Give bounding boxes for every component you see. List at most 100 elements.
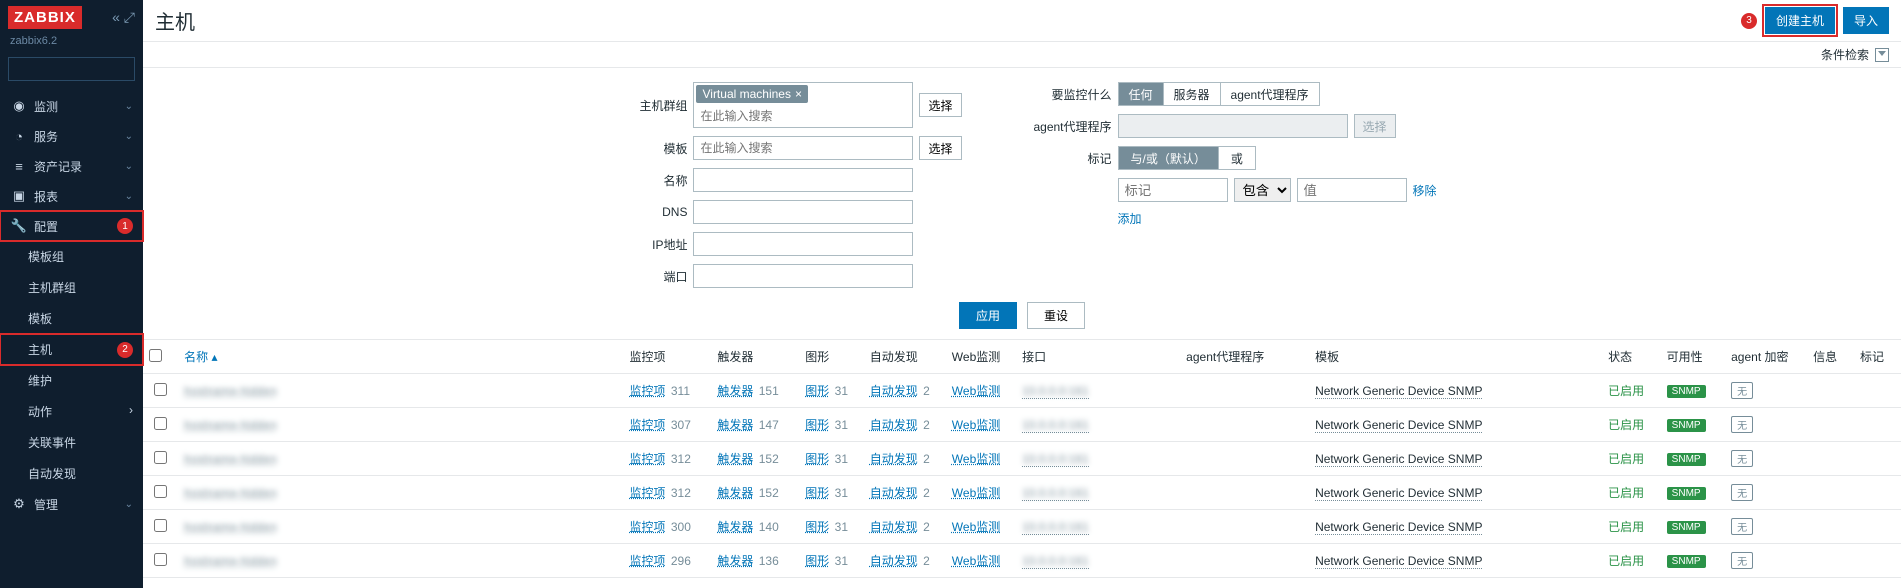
nav-sub-4[interactable]: 维护: [0, 365, 143, 396]
interface-cell[interactable]: 10.0.0.0:161: [1022, 554, 1089, 569]
reset-button[interactable]: 重设: [1027, 302, 1085, 329]
apply-button[interactable]: 应用: [959, 302, 1017, 329]
host-name-link[interactable]: hostname-hidden: [184, 384, 277, 398]
template-input[interactable]: [694, 137, 912, 159]
host-name-link[interactable]: hostname-hidden: [184, 486, 277, 500]
triggers-link[interactable]: 触发器: [717, 486, 753, 500]
hostgroup-multiselect[interactable]: Virtual machines ×: [693, 82, 913, 128]
row-checkbox[interactable]: [154, 451, 167, 464]
tag-value-input[interactable]: [1297, 178, 1407, 202]
discovery-link[interactable]: 自动发现: [870, 384, 918, 398]
graphs-link[interactable]: 图形: [805, 418, 829, 432]
graphs-link[interactable]: 图形: [805, 554, 829, 568]
discovery-link[interactable]: 自动发现: [870, 486, 918, 500]
template-link[interactable]: Network Generic Device SNMP: [1315, 418, 1482, 433]
tag-remove-link[interactable]: 移除: [1413, 182, 1437, 199]
nav-sub-5[interactable]: 动作›: [0, 396, 143, 427]
select-all-checkbox[interactable]: [149, 349, 162, 362]
template-link[interactable]: Network Generic Device SNMP: [1315, 452, 1482, 467]
row-checkbox[interactable]: [154, 417, 167, 430]
dns-input[interactable]: [693, 200, 913, 224]
status-link[interactable]: 已启用: [1608, 520, 1644, 534]
import-button[interactable]: 导入: [1843, 7, 1889, 34]
global-search[interactable]: 🔍: [8, 57, 135, 81]
interface-cell[interactable]: 10.0.0.0:161: [1022, 452, 1089, 467]
nav-item-5[interactable]: ⚙管理⌄: [0, 489, 143, 519]
name-input[interactable]: [693, 168, 913, 192]
sidebar-toggle-icons[interactable]: « ⤢: [112, 9, 135, 26]
seg-andor[interactable]: 与/或（默认）: [1119, 147, 1219, 169]
status-link[interactable]: 已启用: [1608, 486, 1644, 500]
host-name-link[interactable]: hostname-hidden: [184, 452, 277, 466]
template-multiselect[interactable]: [693, 136, 913, 160]
nav-sub-2[interactable]: 模板: [0, 303, 143, 334]
discovery-link[interactable]: 自动发现: [870, 418, 918, 432]
row-checkbox[interactable]: [154, 383, 167, 396]
hostgroup-select-button[interactable]: 选择: [919, 93, 961, 117]
web-link[interactable]: Web监测: [952, 520, 1000, 534]
hostgroup-input[interactable]: [694, 105, 912, 127]
nav-item-4[interactable]: 🔧配置1⌃: [0, 211, 143, 241]
template-link[interactable]: Network Generic Device SNMP: [1315, 520, 1482, 535]
template-select-button[interactable]: 选择: [919, 136, 961, 160]
triggers-link[interactable]: 触发器: [717, 554, 753, 568]
nav-sub-0[interactable]: 模板组: [0, 241, 143, 272]
nav-sub-7[interactable]: 自动发现: [0, 458, 143, 489]
nav-sub-6[interactable]: 关联事件: [0, 427, 143, 458]
port-input[interactable]: [693, 264, 913, 288]
interface-cell[interactable]: 10.0.0.0:161: [1022, 486, 1089, 501]
web-link[interactable]: Web监测: [952, 418, 1000, 432]
web-link[interactable]: Web监测: [952, 452, 1000, 466]
discovery-link[interactable]: 自动发现: [870, 554, 918, 568]
graphs-link[interactable]: 图形: [805, 452, 829, 466]
ip-input[interactable]: [693, 232, 913, 256]
remove-chip-icon[interactable]: ×: [795, 87, 802, 101]
monitor-segmented[interactable]: 任何 服务器 agent代理程序: [1118, 82, 1320, 106]
items-link[interactable]: 监控项: [630, 520, 666, 534]
triggers-link[interactable]: 触发器: [717, 418, 753, 432]
interface-cell[interactable]: 10.0.0.0:161: [1022, 520, 1089, 535]
col-name[interactable]: 名称 ▴: [178, 340, 623, 374]
nav-item-3[interactable]: ▣报表⌄: [0, 181, 143, 211]
host-name-link[interactable]: hostname-hidden: [184, 554, 277, 568]
status-link[interactable]: 已启用: [1608, 554, 1644, 568]
template-link[interactable]: Network Generic Device SNMP: [1315, 486, 1482, 501]
web-link[interactable]: Web监测: [952, 554, 1000, 568]
interface-cell[interactable]: 10.0.0.0:161: [1022, 418, 1089, 433]
triggers-link[interactable]: 触发器: [717, 384, 753, 398]
create-host-button[interactable]: 创建主机: [1765, 7, 1835, 34]
tag-add-link[interactable]: 添加: [1118, 210, 1142, 227]
status-link[interactable]: 已启用: [1608, 384, 1644, 398]
triggers-link[interactable]: 触发器: [717, 520, 753, 534]
seg-agent[interactable]: agent代理程序: [1221, 83, 1319, 105]
discovery-link[interactable]: 自动发现: [870, 520, 918, 534]
nav-sub-1[interactable]: 主机群组: [0, 272, 143, 303]
graphs-link[interactable]: 图形: [805, 520, 829, 534]
triggers-link[interactable]: 触发器: [717, 452, 753, 466]
graphs-link[interactable]: 图形: [805, 486, 829, 500]
template-link[interactable]: Network Generic Device SNMP: [1315, 554, 1482, 569]
row-checkbox[interactable]: [154, 519, 167, 532]
seg-server[interactable]: 服务器: [1164, 83, 1221, 105]
discovery-link[interactable]: 自动发现: [870, 452, 918, 466]
items-link[interactable]: 监控项: [630, 452, 666, 466]
host-name-link[interactable]: hostname-hidden: [184, 520, 277, 534]
host-name-link[interactable]: hostname-hidden: [184, 418, 277, 432]
nav-item-2[interactable]: ≡资产记录⌄: [0, 151, 143, 181]
seg-or[interactable]: 或: [1219, 147, 1255, 169]
graphs-link[interactable]: 图形: [805, 384, 829, 398]
funnel-icon[interactable]: [1875, 48, 1889, 62]
nav-sub-3[interactable]: 主机2: [0, 334, 143, 365]
items-link[interactable]: 监控项: [630, 418, 666, 432]
filter-toggle-label[interactable]: 条件检索: [1821, 46, 1869, 63]
tag-op-select[interactable]: 包含: [1234, 178, 1291, 202]
status-link[interactable]: 已启用: [1608, 418, 1644, 432]
hostgroup-chip[interactable]: Virtual machines ×: [696, 85, 808, 103]
interface-cell[interactable]: 10.0.0.0:161: [1022, 384, 1089, 399]
web-link[interactable]: Web监测: [952, 486, 1000, 500]
seg-any[interactable]: 任何: [1119, 83, 1164, 105]
items-link[interactable]: 监控项: [630, 486, 666, 500]
status-link[interactable]: 已启用: [1608, 452, 1644, 466]
row-checkbox[interactable]: [154, 485, 167, 498]
nav-item-0[interactable]: ◉监测⌄: [0, 91, 143, 121]
